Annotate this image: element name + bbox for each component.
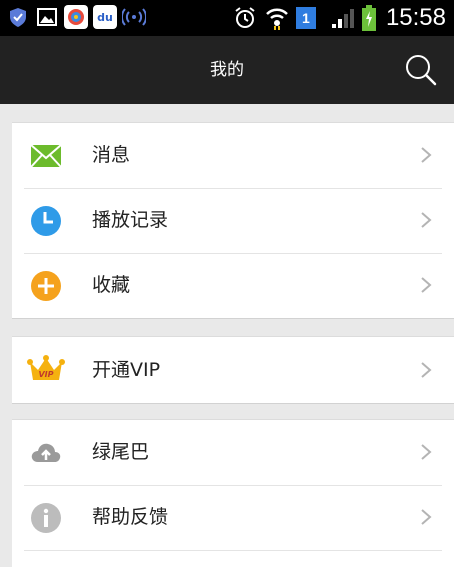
menu-item-label: 消息 [92,144,131,166]
status-indicators: 1 15:58 [232,0,446,36]
page-title: 我的 [210,60,244,80]
chevron-right-icon [421,444,432,460]
chevron-right-icon [421,147,432,163]
sim-badge-icon: 1 [295,7,316,29]
baidu-icon: du [93,5,117,29]
menu-item-help-feedback[interactable]: 帮助反馈 [12,485,454,550]
battery-icon [361,5,376,31]
menu-item-favorites[interactable]: 收藏 [12,253,454,318]
status-bar: du 1 15:58 [0,0,454,36]
wifi-icon [266,8,288,30]
menu-item-label: 帮助反馈 [92,506,169,528]
menu-item-open-vip[interactable]: VIP 开通VIP [12,337,454,403]
search-icon [406,55,437,86]
envelope-icon [30,140,62,172]
signal-broadcast-icon [122,5,146,29]
alarm-icon [235,7,255,28]
menu-item-green-tail[interactable]: 绿尾巴 [12,420,454,485]
menu-item-label: 收藏 [92,274,131,296]
menu-item-partial [12,550,454,567]
plus-circle-icon [30,270,62,302]
menu-item-play-history[interactable]: 播放记录 [12,188,454,253]
vip-badge-text: VIP [38,370,53,379]
cloud-upload-icon [30,437,62,469]
app-header: 我的 [0,36,454,104]
menu-group-vip: VIP 开通VIP [12,336,454,404]
chevron-right-icon [421,212,432,228]
clock-time: 15:58 [385,4,446,31]
chevron-right-icon [421,509,432,525]
menu-item-label: 开通VIP [92,359,161,381]
menu-group-more: 绿尾巴 帮助反馈 [12,419,454,567]
chevron-right-icon [421,362,432,378]
menu-group-primary: 消息 播放记录 收藏 [12,122,454,319]
gallery-icon [35,5,59,29]
vip-crown-icon: VIP [26,354,66,386]
notification-icons: du [6,5,146,29]
menu-item-label: 绿尾巴 [92,441,150,463]
chevron-right-icon [421,277,432,293]
info-icon [30,502,62,534]
clock-icon [30,205,62,237]
menu-item-messages[interactable]: 消息 [12,123,454,188]
search-button[interactable] [404,53,438,87]
menu-item-label: 播放记录 [92,209,169,231]
media-app-icon [64,5,88,29]
shield-icon [6,5,30,29]
cell-signal-icon [331,9,354,28]
